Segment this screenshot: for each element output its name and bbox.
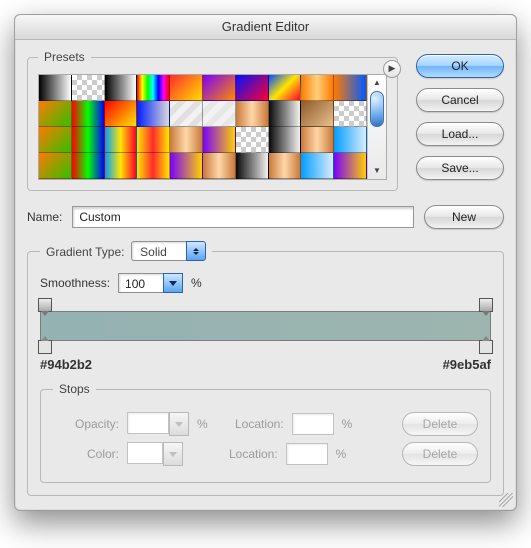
delete-color-stop-button: Delete	[402, 442, 478, 466]
presets-scrollbar[interactable]: ▲ ▼	[367, 75, 386, 179]
stops-group: Stops Opacity: % Location: % Delete Colo…	[40, 382, 491, 483]
opacity-stop-right[interactable]	[479, 298, 493, 312]
preset-swatch[interactable]	[72, 101, 105, 127]
preset-swatch[interactable]	[334, 101, 367, 127]
scroll-down-icon[interactable]: ▼	[368, 163, 386, 179]
location-label: Location:	[216, 417, 284, 431]
preset-swatch[interactable]	[105, 75, 138, 101]
color-label: Color:	[53, 447, 119, 461]
color-stop-right[interactable]	[479, 340, 493, 354]
preset-swatch[interactable]	[236, 75, 269, 101]
preset-swatch[interactable]	[72, 75, 105, 101]
smoothness-input[interactable]: 100	[118, 273, 183, 293]
hex-left: #94b2b2	[40, 357, 92, 372]
smoothness-value: 100	[118, 273, 163, 293]
preset-swatch[interactable]	[105, 153, 138, 179]
preset-swatch[interactable]	[269, 75, 302, 101]
color-swatch	[127, 442, 163, 464]
preset-swatch[interactable]	[334, 75, 367, 101]
gradient-type-group: Gradient Type: Solid Smoothness: 100 %	[27, 241, 504, 496]
preset-swatch[interactable]	[72, 127, 105, 153]
preset-swatch[interactable]	[236, 153, 269, 179]
preset-swatch[interactable]	[137, 153, 170, 179]
opacity-location-input	[292, 413, 334, 435]
preset-swatch[interactable]	[301, 153, 334, 179]
dropdown-icon[interactable]	[163, 273, 183, 293]
resize-grip-icon[interactable]	[499, 493, 513, 507]
presets-group: Presets ▶ ▲ ▼	[27, 50, 398, 191]
preset-swatch[interactable]	[170, 75, 203, 101]
preset-swatch[interactable]	[203, 75, 236, 101]
preset-swatch[interactable]	[301, 75, 334, 101]
preset-swatch[interactable]	[137, 101, 170, 127]
preset-swatch[interactable]	[137, 75, 170, 101]
preset-swatch[interactable]	[39, 101, 72, 127]
opacity-stop-left[interactable]	[38, 298, 52, 312]
preset-swatch[interactable]	[236, 101, 269, 127]
window-title: Gradient Editor	[15, 15, 516, 40]
preset-swatch[interactable]	[39, 153, 72, 179]
ok-button[interactable]: OK	[416, 54, 504, 78]
preset-swatch[interactable]	[170, 101, 203, 127]
preset-swatch[interactable]	[170, 127, 203, 153]
color-stop-left[interactable]	[38, 340, 52, 354]
preset-swatch[interactable]	[269, 127, 302, 153]
location-label: Location:	[210, 447, 278, 461]
cancel-button[interactable]: Cancel	[416, 88, 504, 112]
stops-legend: Stops	[53, 382, 96, 396]
preset-swatch[interactable]	[236, 127, 269, 153]
save-button[interactable]: Save...	[416, 156, 504, 180]
color-dropdown-icon	[163, 442, 183, 466]
preset-swatch[interactable]	[39, 75, 72, 101]
gradient-bar[interactable]	[40, 311, 491, 341]
load-button[interactable]: Load...	[416, 122, 504, 146]
percent-label: %	[336, 447, 347, 461]
color-location-input	[286, 443, 328, 465]
new-button[interactable]: New	[424, 205, 504, 229]
presets-menu-icon[interactable]: ▶	[383, 60, 401, 78]
opacity-dropdown-icon	[169, 412, 189, 436]
percent-label: %	[197, 417, 208, 431]
delete-opacity-stop-button: Delete	[402, 412, 478, 436]
preset-swatch[interactable]	[203, 153, 236, 179]
preset-grid[interactable]	[39, 75, 367, 179]
gradient-editor-window: Gradient Editor Presets ▶ ▲ ▼ OK Cancel …	[14, 14, 517, 511]
gradient-preview[interactable]	[40, 311, 491, 341]
preset-swatch[interactable]	[203, 127, 236, 153]
preset-swatch[interactable]	[39, 127, 72, 153]
smoothness-label: Smoothness:	[40, 276, 110, 290]
preset-swatch[interactable]	[269, 153, 302, 179]
preset-swatch[interactable]	[301, 127, 334, 153]
percent-label: %	[342, 417, 353, 431]
preset-swatch[interactable]	[170, 153, 203, 179]
hex-right: #9eb5af	[443, 357, 491, 372]
stepper-icon[interactable]	[186, 241, 206, 261]
preset-swatch[interactable]	[105, 127, 138, 153]
preset-swatch[interactable]	[105, 101, 138, 127]
preset-swatch[interactable]	[301, 101, 334, 127]
preset-swatch[interactable]	[203, 101, 236, 127]
preset-swatch[interactable]	[269, 101, 302, 127]
scrollbar-thumb[interactable]	[370, 91, 384, 127]
presets-legend: Presets	[38, 50, 91, 64]
preset-swatch[interactable]	[72, 153, 105, 179]
opacity-input	[127, 412, 169, 434]
gradient-type-value: Solid	[131, 241, 186, 261]
gradient-type-label: Gradient Type:	[46, 245, 125, 259]
name-label: Name:	[27, 210, 62, 224]
scroll-up-icon[interactable]: ▲	[368, 75, 386, 91]
opacity-label: Opacity:	[53, 417, 119, 431]
preset-swatch[interactable]	[334, 153, 367, 179]
gradient-type-select[interactable]: Solid	[131, 241, 206, 261]
name-input[interactable]: Custom	[72, 206, 414, 228]
preset-swatch[interactable]	[334, 127, 367, 153]
percent-label: %	[191, 276, 202, 290]
preset-swatch[interactable]	[137, 127, 170, 153]
